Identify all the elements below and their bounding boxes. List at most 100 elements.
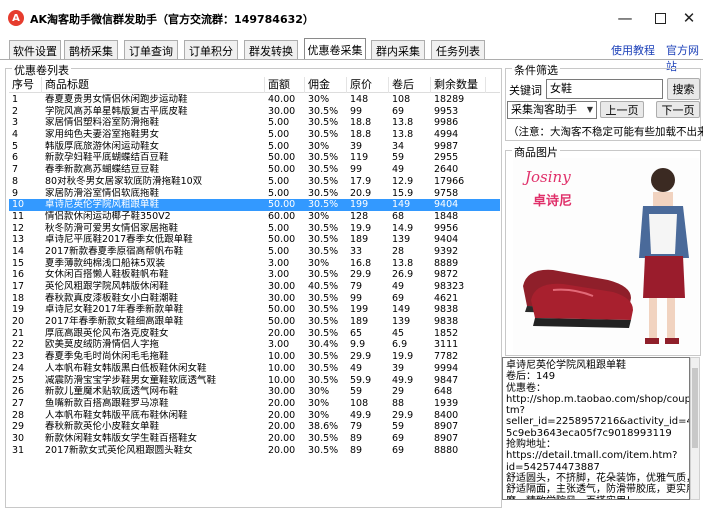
minimize-button[interactable]: — (610, 6, 640, 30)
col-header-index[interactable]: 序号 (9, 77, 42, 93)
table-row[interactable]: 7 春季新款高苏蝴蝶结豆豆鞋 50.00 30.5% 99 49 2640 (9, 164, 500, 176)
cell-final-price: 45 (392, 327, 405, 339)
cell-original-price: 199 (350, 304, 369, 316)
tutorial-link[interactable]: 使用教程 (611, 42, 655, 58)
next-page-button[interactable]: 下一页 (656, 101, 700, 118)
cell-original-price: 59 (350, 386, 363, 398)
table-row[interactable]: 19 卓诗尼女鞋2017年春季新款单鞋 50.00 30.5% 199 149 9838 (9, 304, 500, 316)
close-button[interactable]: ✕ (674, 6, 703, 30)
keyword-label: 关键词 (509, 84, 542, 97)
cell-title: 家居防滑浴室情侣软底拖鞋 (45, 187, 160, 199)
table-row[interactable]: 8 80对秋冬男女居家软底防滑拖鞋10双 5.00 30.5% 17.9 12.9 1796… (9, 176, 500, 188)
col-header-amount[interactable]: 面额 (265, 77, 305, 93)
source-select[interactable]: 采集淘客助手 ▼ (507, 101, 597, 119)
table-row[interactable]: 25 减震防滑宝宝学步鞋男女童鞋软底透气鞋 10.00 30.5% 59.9 49.9 98… (9, 375, 500, 387)
table-row[interactable]: 27 鱼嘴新款百搭高跟鞋罗马凉鞋 20.00 30% 108 88 1939 (9, 398, 500, 410)
cell-title: 秋冬防滑可爱男女情侣家居拖鞋 (45, 222, 179, 234)
table-row[interactable]: 3 家居情侣塑料浴室防滑拖鞋 5.00 30.5% 18.8 13.8 9986 (9, 117, 500, 129)
cell-title: 2017新款春夏季原宿高帮帆布鞋 (45, 245, 184, 257)
table-row[interactable]: 18 春秋款真皮漆板鞋女小白鞋潮鞋 30.00 30.5% 99 69 4621 (9, 293, 500, 305)
table-row[interactable]: 28 人本帆布鞋女韩版平底布鞋休闲鞋 20.00 30% 49.9 29.9 8400 (9, 410, 500, 422)
cell-remaining: 9404 (434, 234, 459, 246)
coupon-table: 序号 商品标题 面额 佣金 原价 卷后 剩余数量 1 春夏夏贵男女情侣休闲跑步运动… (9, 77, 500, 500)
cell-remaining: 8880 (434, 444, 459, 456)
col-header-title[interactable]: 商品标题 (42, 77, 265, 93)
cell-final-price: 13.8 (392, 117, 414, 129)
maximize-icon (654, 12, 666, 24)
cell-final-price: 49 (392, 281, 405, 292)
table-row[interactable]: 21 厚底高跟英伦风布洛克皮鞋女 20.00 30.5% 65 45 1852 (9, 328, 500, 340)
table-row[interactable]: 2 学院风高苏单星韩版复古平底皮鞋 30.00 30.5% 99 69 9953 (9, 106, 500, 118)
table-row[interactable]: 1 春夏夏贵男女情侣休闲跑步运动鞋 40.00 30% 148 108 18289 (9, 94, 500, 106)
table-row[interactable]: 6 新款孕妇鞋平底蝴蝶结百豆鞋 50.00 30.5% 119 59 2955 (9, 152, 500, 164)
cell-amount: 5.00 (268, 187, 290, 199)
col-header-original-price[interactable]: 原价 (347, 77, 389, 93)
cell-commission: 40.5% (308, 281, 339, 292)
cell-original-price: 18.8 (350, 117, 372, 129)
tab-divider (0, 59, 703, 60)
tab-software-settings[interactable]: 软件设置 (9, 40, 61, 60)
col-header-final-price[interactable]: 卷后 (389, 77, 431, 93)
table-row[interactable]: 22 欧美莫皮绒防滑情侣人字拖 3.00 30.4% 9.9 6.9 3111 (9, 339, 500, 351)
cell-commission: 30% (308, 257, 330, 269)
tab-queqiao-collect[interactable]: 鹊桥采集 (64, 40, 118, 60)
table-row[interactable]: 24 人本帆布鞋女韩版黑白低板鞋休闲女鞋 10.00 30.5% 49 39 9994 (9, 363, 500, 375)
cell-commission: 30.5% (308, 269, 339, 281)
table-row[interactable]: 16 女休闲百搭懒人鞋板鞋帆布鞋 3.00 30.5% 29.9 26.9 9872 (9, 269, 500, 281)
table-row[interactable]: 5 韩版厚底旅游休闲运动鞋女 5.00 30% 39 34 9987 (9, 141, 500, 153)
table-body: 1 春夏夏贵男女情侣休闲跑步运动鞋 40.00 30% 148 108 18289 2 学院风高… (9, 94, 500, 456)
tab-group-collect[interactable]: 群内采集 (371, 40, 425, 60)
cell-commission: 30.5% (308, 316, 339, 328)
table-row[interactable]: 15 夏季薄款纯棉浅口船袜5双装 3.00 30% 16.8 13.8 8889 (9, 258, 500, 270)
cell-final-price: 149 (392, 199, 411, 211)
table-row[interactable]: 9 家居防滑浴室情侣软底拖鞋 5.00 30.5% 20.9 15.9 9758 (9, 188, 500, 200)
table-row[interactable]: 31 2017新款女式英伦风粗跟圆头鞋女 20.00 30.5% 89 69 8880 (9, 445, 500, 457)
cell-title: 卓诗尼英伦学院风粗跟单鞋 (45, 199, 160, 211)
table-row[interactable]: 17 英伦风粗跟学院风韩版休闲鞋 30.00 40.5% 79 49 98323 (9, 281, 500, 293)
table-row[interactable]: 26 新款儿童魔术贴软底透气网布鞋 30.00 30% 59 29 648 (9, 386, 500, 398)
col-header-remaining[interactable]: 剩余数量 (431, 77, 486, 93)
table-row[interactable]: 30 新款休闲鞋女韩版女学生鞋百搭鞋女 20.00 30.5% 89 69 8907 (9, 433, 500, 445)
cell-title: 春夏夏贵男女情侣休闲跑步运动鞋 (45, 94, 188, 105)
prev-page-button[interactable]: 上一页 (600, 101, 644, 118)
cell-original-price: 33 (350, 245, 363, 257)
table-row[interactable]: 29 春秋新款英伦小皮鞋女单鞋 20.00 38.6% 79 59 8907 (9, 421, 500, 433)
cell-amount: 20.00 (268, 397, 296, 409)
cell-title: 新款儿童魔术贴软底透气网布鞋 (45, 386, 179, 398)
col-header-commission[interactable]: 佣金 (305, 77, 347, 93)
detail-line: 卓诗尼英伦学院风粗跟单鞋 (506, 360, 626, 371)
cell-title: 80对秋冬男女居家软底防滑拖鞋10双 (45, 175, 203, 187)
cell-title: 新款休闲鞋女韩版女学生鞋百搭鞋女 (45, 432, 198, 444)
cell-original-price: 65 (350, 327, 363, 339)
cell-remaining: 9872 (434, 269, 459, 281)
table-row[interactable]: 4 家用纯色夫妻浴室拖鞋男女 5.00 30.5% 18.8 13.8 4994 (9, 129, 500, 141)
cell-commission: 30.5% (308, 432, 339, 444)
table-row[interactable]: 11 情侣款休闲运动椰子鞋350V2 60.00 30% 128 68 1848 (9, 211, 500, 223)
table-row[interactable]: 14 2017新款春夏季原宿高帮帆布鞋 5.00 30.5% 33 28 9392 (9, 246, 500, 258)
cell-title: 减震防滑宝宝学步鞋男女童鞋软底透气鞋 (45, 374, 217, 386)
table-row[interactable]: 12 秋冬防滑可爱男女情侣家居拖鞋 5.00 30.5% 19.9 14.9 9956 (9, 223, 500, 235)
cell-commission: 30% (308, 409, 330, 421)
detail-scrollbar[interactable] (690, 357, 700, 500)
detail-line: 舒适隔面，主张透气，防滑带胶底，更实用耐 (506, 484, 690, 496)
cell-remaining: 8907 (434, 432, 459, 444)
product-detail-text[interactable]: 卓诗尼英伦学院风粗跟单鞋 卷后：149 优惠卷： http://shop.m.taob… (502, 357, 690, 500)
cell-index: 16 (12, 269, 25, 281)
table-row[interactable]: 20 2017年春季新款女鞋细高跟单鞋 50.00 30.5% 189 139 9838 (9, 316, 500, 328)
detail-scroll-thumb[interactable] (692, 368, 698, 448)
tab-coupon-collect[interactable]: 优惠卷采集 (304, 38, 366, 60)
keyword-input[interactable]: 女鞋 (546, 79, 663, 99)
table-row[interactable]: 13 卓诗尼平底鞋2017春季女低跟单鞋 50.00 30.5% 189 139 9404 (9, 234, 500, 246)
maximize-button[interactable] (645, 6, 675, 30)
tab-order-points[interactable]: 订单积分 (184, 40, 238, 60)
tab-order-query[interactable]: 订单查询 (124, 40, 178, 60)
table-row[interactable]: 23 春夏季兔毛时尚休闲毛毛拖鞋 10.00 30.5% 29.9 19.9 7782 (9, 351, 500, 363)
cell-original-price: 16.8 (350, 257, 372, 269)
search-button[interactable]: 搜索 (667, 78, 700, 100)
table-row[interactable]: 10 卓诗尼英伦学院风粗跟单鞋 50.00 30.5% 199 149 9404 (9, 199, 500, 211)
tab-mass-convert[interactable]: 群发转换 (244, 40, 298, 60)
cell-amount: 20.00 (268, 409, 296, 421)
tab-task-list[interactable]: 任务列表 (431, 40, 485, 60)
window-title: AK淘客助手微信群发助手（官方交流群：149784632） (30, 13, 314, 26)
cell-original-price: 29.9 (350, 269, 372, 281)
